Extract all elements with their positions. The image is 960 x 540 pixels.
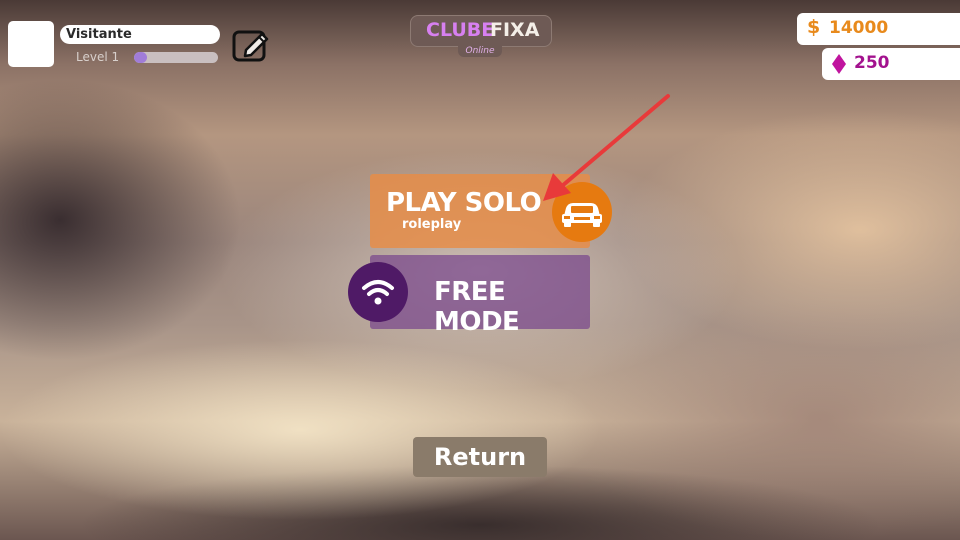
car-icon bbox=[562, 203, 602, 227]
free-mode-title: FREE MODE bbox=[434, 277, 520, 337]
free-mode-icon-badge[interactable] bbox=[348, 262, 408, 322]
play-solo-subtitle: roleplay bbox=[402, 217, 462, 232]
logo-subtitle: Online bbox=[458, 45, 502, 57]
gems-counter[interactable]: 250 bbox=[822, 48, 960, 80]
logo-fixa: FIXA bbox=[490, 19, 540, 41]
edit-profile-button[interactable] bbox=[232, 28, 270, 62]
player-name: Visitante bbox=[60, 25, 220, 44]
edit-icon bbox=[232, 30, 269, 62]
return-button[interactable]: Return bbox=[413, 437, 547, 477]
avatar[interactable] bbox=[8, 21, 54, 67]
play-solo-title: PLAY SOLO bbox=[386, 188, 542, 218]
cash-value: 14000 bbox=[829, 18, 889, 38]
level-label: Level 1 bbox=[76, 50, 120, 64]
dollar-icon: $ bbox=[807, 16, 821, 38]
cash-counter[interactable]: $ 14000 bbox=[797, 13, 960, 45]
wifi-icon bbox=[362, 280, 394, 305]
gems-value: 250 bbox=[854, 53, 890, 73]
logo-clube: CLUBE bbox=[426, 19, 495, 41]
xp-progress-bar bbox=[134, 52, 218, 63]
play-solo-icon-badge[interactable] bbox=[552, 182, 612, 242]
diamond-icon bbox=[832, 54, 846, 74]
xp-progress-fill bbox=[134, 52, 147, 63]
game-logo: CLUBE FIXA Online bbox=[410, 15, 552, 57]
